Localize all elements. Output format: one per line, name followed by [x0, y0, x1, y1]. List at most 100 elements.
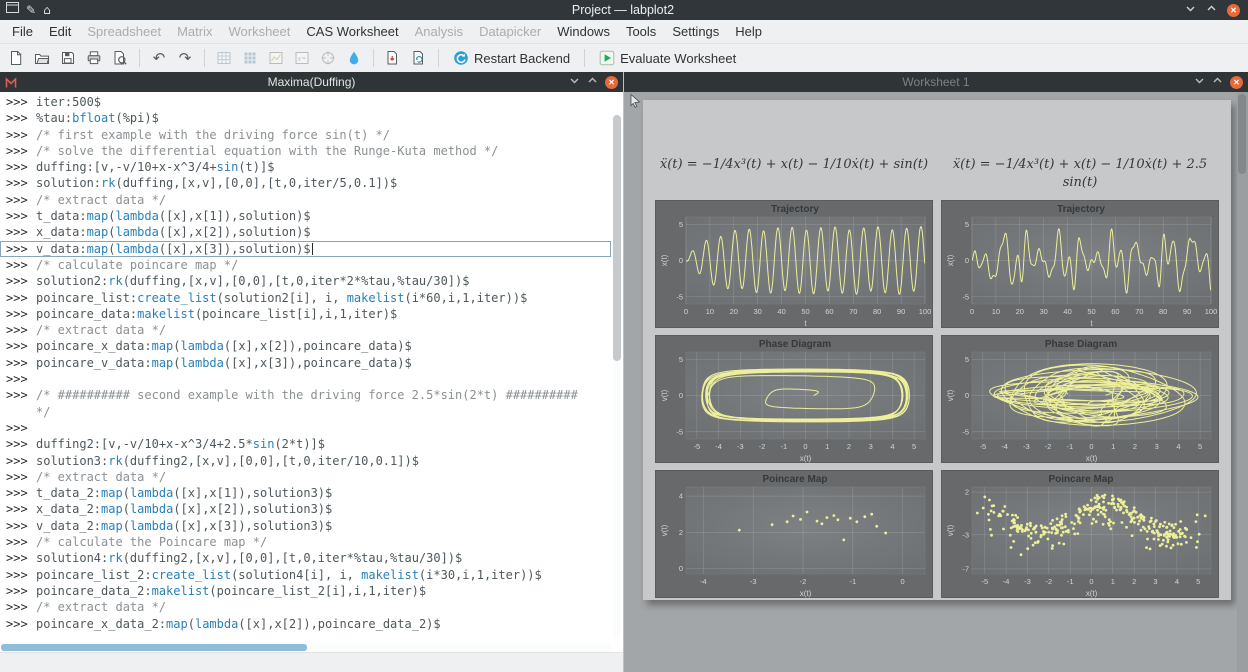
- console-line[interactable]: >>>t_data:map(lambda([x],x[1]),solution)…: [0, 208, 611, 224]
- plot-poincare-map-2[interactable]: Poincare Map-5-4-3-2-10123452-3-7x(t)v(t…: [941, 470, 1219, 598]
- worksheet-area[interactable]: ẍ(t) = −1/4x³(t) + x(t) − 1/10ẋ(t) + sin…: [624, 92, 1248, 672]
- console-line[interactable]: >>>/* extract data */: [0, 469, 611, 485]
- hscroll-handle[interactable]: [1, 644, 307, 651]
- edit-icon[interactable]: ✎: [26, 0, 36, 20]
- console-line[interactable]: >>>poincare_x_data:map(lambda([x],x[2]),…: [0, 338, 611, 354]
- console-vertical-scrollbar[interactable]: [613, 115, 621, 638]
- home-icon[interactable]: ⌂: [43, 0, 51, 20]
- console-line[interactable]: >>>duffing:[v,-v/10+x-x^3/4+sin(t)]$: [0, 159, 611, 175]
- export-button[interactable]: [381, 46, 405, 70]
- menu-windows[interactable]: Windows: [549, 22, 618, 41]
- console-line[interactable]: >>>x_data:map(lambda([x],x[2]),solution)…: [0, 224, 611, 240]
- console-line[interactable]: >>>poincare_v_data:map(lambda([x],x[3]),…: [0, 355, 611, 371]
- console-line[interactable]: >>>/* first example with the driving for…: [0, 127, 611, 143]
- console-wrap: >>>iter:500$>>>%tau:bfloat(%pi)$>>>/* fi…: [0, 92, 623, 672]
- console-line[interactable]: >>>x_data_2:map(lambda([x],x[2]),solutio…: [0, 501, 611, 517]
- console-line[interactable]: >>>duffing2:[v,-v/10+x-x^3/4+2.5*sin(2*t…: [0, 436, 611, 452]
- menu-spreadsheet[interactable]: Spreadsheet: [79, 22, 169, 41]
- console-line[interactable]: >>>solution4:rk(duffing2,[x,v],[0,0],[t,…: [0, 550, 611, 566]
- console-line[interactable]: >>>: [0, 371, 611, 387]
- new-project-button[interactable]: [4, 46, 28, 70]
- console-line[interactable]: >>>solution2:rk(duffing,[x,v],[0,0],[t,0…: [0, 273, 611, 289]
- new-formula-button[interactable]: x=: [290, 46, 314, 70]
- plot-poincare-map-1[interactable]: Poincare Map-4-3-2-10420x(t)v(t): [655, 470, 933, 598]
- svg-text:3: 3: [1155, 442, 1159, 451]
- print-button[interactable]: [82, 46, 106, 70]
- restart-backend-button[interactable]: Restart Backend: [446, 48, 577, 68]
- pane-float-icon[interactable]: [1194, 73, 1205, 91]
- console-line[interactable]: >>>%tau:bfloat(%pi)$: [0, 110, 611, 126]
- console-line[interactable]: >>>/* extract data */: [0, 599, 611, 615]
- vscroll-handle[interactable]: [613, 115, 621, 361]
- console-line[interactable]: >>>poincare_list:create_list(solution2[i…: [0, 290, 611, 306]
- menu-help[interactable]: Help: [727, 22, 770, 41]
- worksheet-vertical-scrollbar[interactable]: [1237, 92, 1248, 672]
- menu-analysis[interactable]: Analysis: [407, 22, 471, 41]
- menu-matrix[interactable]: Matrix: [169, 22, 220, 41]
- console-line[interactable]: >>>/* extract data */: [0, 322, 611, 338]
- svg-text:2: 2: [965, 488, 969, 497]
- console-line[interactable]: >>>solution3:rk(duffing2,[x,v],[0,0],[t,…: [0, 453, 611, 469]
- console-line[interactable]: >>>v_data:map(lambda([x],x[3]),solution)…: [0, 241, 611, 257]
- pane-restore-icon[interactable]: [1212, 73, 1223, 91]
- menu-cas-worksheet[interactable]: CAS Worksheet: [298, 22, 406, 41]
- console-line[interactable]: >>>/* solve the differential equation wi…: [0, 143, 611, 159]
- syntax-highlight-button[interactable]: [342, 46, 366, 70]
- plot-trajectory-2[interactable]: Trajectory010203040506070809010050-5tx(t…: [941, 200, 1219, 328]
- console-line[interactable]: >>>t_data_2:map(lambda([x],x[1]),solutio…: [0, 485, 611, 501]
- equation-label-1[interactable]: ẍ(t) = −1/4x³(t) + x(t) − 1/10ẋ(t) + sin…: [655, 156, 933, 192]
- plot-trajectory-1[interactable]: Trajectory010203040506070809010050-5tx(t…: [655, 200, 933, 328]
- app-icon[interactable]: [6, 1, 19, 19]
- console-line[interactable]: >>>solution:rk(duffing,[x,v],[0,0],[t,0,…: [0, 175, 611, 191]
- console[interactable]: >>>iter:500$>>>%tau:bfloat(%pi)$>>>/* fi…: [0, 94, 611, 642]
- plot-phase-diagram-1[interactable]: Phase Diagram-5-4-3-2-101234550-5x(t)v(t…: [655, 335, 933, 463]
- console-line[interactable]: >>>: [0, 420, 611, 436]
- chevron-up-icon[interactable]: [1206, 1, 1217, 19]
- pane-restore-icon[interactable]: [587, 73, 598, 91]
- save-project-button[interactable]: [56, 46, 80, 70]
- evaluate-worksheet-button[interactable]: Evaluate Worksheet: [592, 48, 743, 68]
- ws-scroll-handle[interactable]: [1238, 94, 1246, 174]
- code-text: poincare_x_data:: [36, 339, 152, 353]
- open-project-button[interactable]: [30, 46, 54, 70]
- console-line[interactable]: >>>poincare_x_data_2:map(lambda([x],x[2]…: [0, 616, 611, 632]
- toolbar-separator: [373, 49, 374, 67]
- window-close-icon[interactable]: [1227, 4, 1240, 17]
- menu-settings[interactable]: Settings: [664, 22, 727, 41]
- chevron-down-icon[interactable]: [1185, 1, 1196, 19]
- console-line[interactable]: >>>/* calculate poincare map */: [0, 257, 611, 273]
- plot-phase-diagram-2[interactable]: Phase Diagram-5-4-3-2-101234550-5x(t)v(t…: [941, 335, 1219, 463]
- pane-close-icon[interactable]: [605, 76, 618, 89]
- redo-button[interactable]: ↷: [173, 46, 197, 70]
- code-text: poincare_v_data:: [36, 356, 152, 370]
- console-line[interactable]: >>>poincare_data:makelist(poincare_list[…: [0, 306, 611, 322]
- worksheet-page[interactable]: ẍ(t) = −1/4x³(t) + x(t) − 1/10ẋ(t) + sin…: [643, 100, 1231, 600]
- menu-datapicker[interactable]: Datapicker: [471, 22, 549, 41]
- menu-file[interactable]: File: [4, 22, 41, 41]
- new-spreadsheet-button[interactable]: [212, 46, 236, 70]
- console-line[interactable]: >>>poincare_data_2:makelist(poincare_lis…: [0, 583, 611, 599]
- console-line[interactable]: >>>/* calculate the Poincare map */: [0, 534, 611, 550]
- print-preview-button[interactable]: [108, 46, 132, 70]
- console-line[interactable]: >>>poincare_list_2:create_list(solution4…: [0, 567, 611, 583]
- menu-tools[interactable]: Tools: [618, 22, 664, 41]
- equation-label-2[interactable]: ẍ(t) = −1/4x³(t) + x(t) − 1/10ẋ(t) + 2.5…: [941, 156, 1219, 192]
- menu-edit[interactable]: Edit: [41, 22, 79, 41]
- new-matrix-button[interactable]: [238, 46, 262, 70]
- pane-close-icon[interactable]: [1230, 76, 1243, 89]
- undo-button[interactable]: ↶: [147, 46, 171, 70]
- pane-float-icon[interactable]: [569, 73, 580, 91]
- reload-button[interactable]: [407, 46, 431, 70]
- new-worksheet-button[interactable]: [264, 46, 288, 70]
- svg-text:4: 4: [890, 442, 894, 451]
- menu-worksheet[interactable]: Worksheet: [220, 22, 298, 41]
- console-horizontal-scrollbar[interactable]: [0, 643, 611, 652]
- console-line[interactable]: >>>/* extract data */: [0, 192, 611, 208]
- console-line[interactable]: >>>iter:500$: [0, 94, 611, 110]
- console-line[interactable]: */: [0, 404, 611, 420]
- cursor-mode-icon[interactable]: [627, 93, 642, 113]
- console-line[interactable]: >>>/* ########## second example with the…: [0, 387, 611, 403]
- console-line[interactable]: >>>v_data_2:map(lambda([x],x[3]),solutio…: [0, 518, 611, 534]
- menu-bar: FileEditSpreadsheetMatrixWorksheetCAS Wo…: [0, 20, 1248, 44]
- new-datapicker-button[interactable]: [316, 46, 340, 70]
